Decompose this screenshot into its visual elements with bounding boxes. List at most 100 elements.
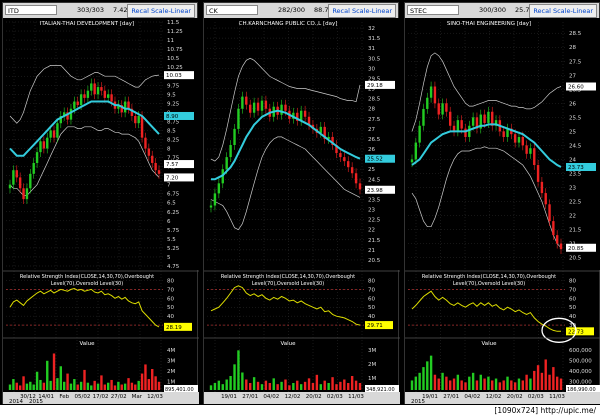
candle-body (410, 159, 414, 163)
date-tick-label: 11/03 (549, 394, 565, 400)
candle-body (264, 100, 268, 109)
candle-body (548, 204, 551, 222)
volume-y-tick-label: 500,000 (569, 359, 592, 365)
volume-bar (464, 382, 467, 390)
date-tick-label: 02/03 (528, 394, 544, 400)
volume-bar (69, 383, 73, 390)
candle-body (422, 108, 425, 126)
candle-body (151, 155, 154, 163)
y-tick-label: 8.5 (167, 128, 176, 134)
volume-bar (217, 380, 221, 390)
volume-bar (134, 384, 137, 390)
y-tick-label: 9.75 (167, 83, 180, 89)
volume-bar (506, 376, 509, 390)
chart-svg[interactable]: ITALIAN-THAI DEVELOPMENT [day] 11.511.251… (3, 18, 199, 404)
candle-body (445, 103, 448, 112)
chart-svg[interactable]: SINO-THAI ENGINEERING [day] 28.5 28 27.5 27 2… (405, 18, 600, 404)
volume-title: Value (280, 341, 296, 347)
volume-bar (280, 381, 283, 390)
rsi-title-2: Level(70),Oversold Level(30) (252, 281, 324, 287)
volume-bar (29, 381, 32, 390)
candle-body (433, 86, 437, 104)
candle-body (513, 134, 517, 143)
rsi-y-tick-label: 50 (569, 305, 576, 311)
volume-bar (456, 374, 460, 390)
candle-body (69, 108, 73, 120)
volume-bar (25, 383, 29, 390)
candle-body (217, 183, 221, 194)
volume-bar (56, 378, 59, 390)
symbol-input[interactable]: CK (206, 5, 258, 15)
chart-svg[interactable]: CH.KARNCHANG PUBLIC CO.,L [day] 32 31.5 31 3… (204, 18, 400, 404)
volume-bar (157, 381, 161, 390)
recal-scale-button[interactable]: Recal Scale-Linear (529, 4, 597, 18)
chart-workspace: ITD 303/303 7.42 Recal Scale-Linear ITAL… (0, 0, 600, 417)
y-tick-label: 5.75 (167, 228, 180, 234)
volume-bar (540, 372, 544, 390)
candle-body (260, 100, 264, 111)
volume-bar (137, 380, 140, 390)
symbol-input[interactable]: ITD (5, 5, 57, 15)
volume-bar (331, 377, 334, 390)
bar-counter: 300/300 (479, 6, 507, 14)
recal-scale-button[interactable]: Recal Scale-Linear (127, 4, 195, 18)
volume-bar (140, 373, 144, 390)
y-tick-label: 24.5 (569, 143, 582, 149)
candle-body (8, 184, 12, 189)
y-tick-label: 5.25 (167, 246, 180, 252)
volume-bar (221, 384, 224, 390)
volume-y-tick-label: 1M (167, 380, 175, 386)
volume-bar (414, 376, 418, 390)
y-tick-label: 27.5 (569, 59, 582, 65)
candle-body (339, 153, 342, 158)
y-tick-label: 21 (368, 248, 375, 254)
volume-bar (123, 383, 127, 390)
volume-bar (437, 378, 440, 390)
rsi-y-tick-label: 60 (368, 296, 375, 302)
y-tick-label: 22 (569, 214, 576, 220)
y-tick-label: 25.5 (569, 115, 582, 121)
candle-body (525, 145, 528, 154)
chart-title: SINO-THAI ENGINEERING [day] (447, 21, 531, 27)
volume-bar (483, 378, 486, 390)
candle-body (517, 136, 521, 143)
volume-bar (559, 378, 563, 390)
volume-bar (8, 384, 12, 390)
date-tick-label: 20/02 (306, 394, 322, 400)
volume-bar (529, 378, 532, 390)
candle-body (555, 235, 559, 244)
rsi-line (9, 287, 160, 328)
recal-scale-button[interactable]: Recal Scale-Linear (328, 4, 396, 18)
candle-body (140, 115, 144, 138)
volume-bar (536, 365, 540, 390)
volume-bar (323, 380, 326, 390)
symbol-input[interactable]: STEC (407, 5, 459, 15)
date-tick-label: 27/01 (242, 394, 258, 400)
volume-bar (445, 376, 448, 390)
candle-body (559, 243, 563, 250)
volume-bar (52, 353, 56, 390)
volume-bar (479, 374, 482, 390)
volume-bar (498, 382, 502, 390)
rsi-y-tick-label: 70 (368, 287, 375, 293)
candle-body (358, 183, 362, 190)
volume-y-tick-label: 1M (368, 376, 376, 382)
volume-bar (468, 376, 471, 390)
y-tick-label: 5.5 (167, 237, 176, 243)
panel-header: ITD 303/303 7.42 Recal Scale-Linear (3, 3, 197, 18)
volume-bar (418, 372, 421, 390)
y-tick-label: 20.5 (368, 258, 381, 264)
year-tick-label: 2014 (9, 399, 23, 404)
chart-panel-itd: ITD 303/303 7.42 Recal Scale-Linear ITAL… (2, 2, 199, 404)
candle-body (521, 136, 524, 146)
volume-bar (117, 381, 120, 390)
rsi-title: Relative Strength Index(CLOSE,14,30,70),… (221, 274, 355, 280)
volume-bar (100, 375, 103, 390)
volume-bar (86, 382, 90, 390)
volume-bar (113, 385, 117, 390)
candle-body (103, 90, 107, 98)
candle-body (502, 131, 505, 137)
volume-y-tick-label: 600,000 (569, 348, 592, 354)
candle-body (464, 128, 467, 137)
candle-body (22, 188, 25, 200)
